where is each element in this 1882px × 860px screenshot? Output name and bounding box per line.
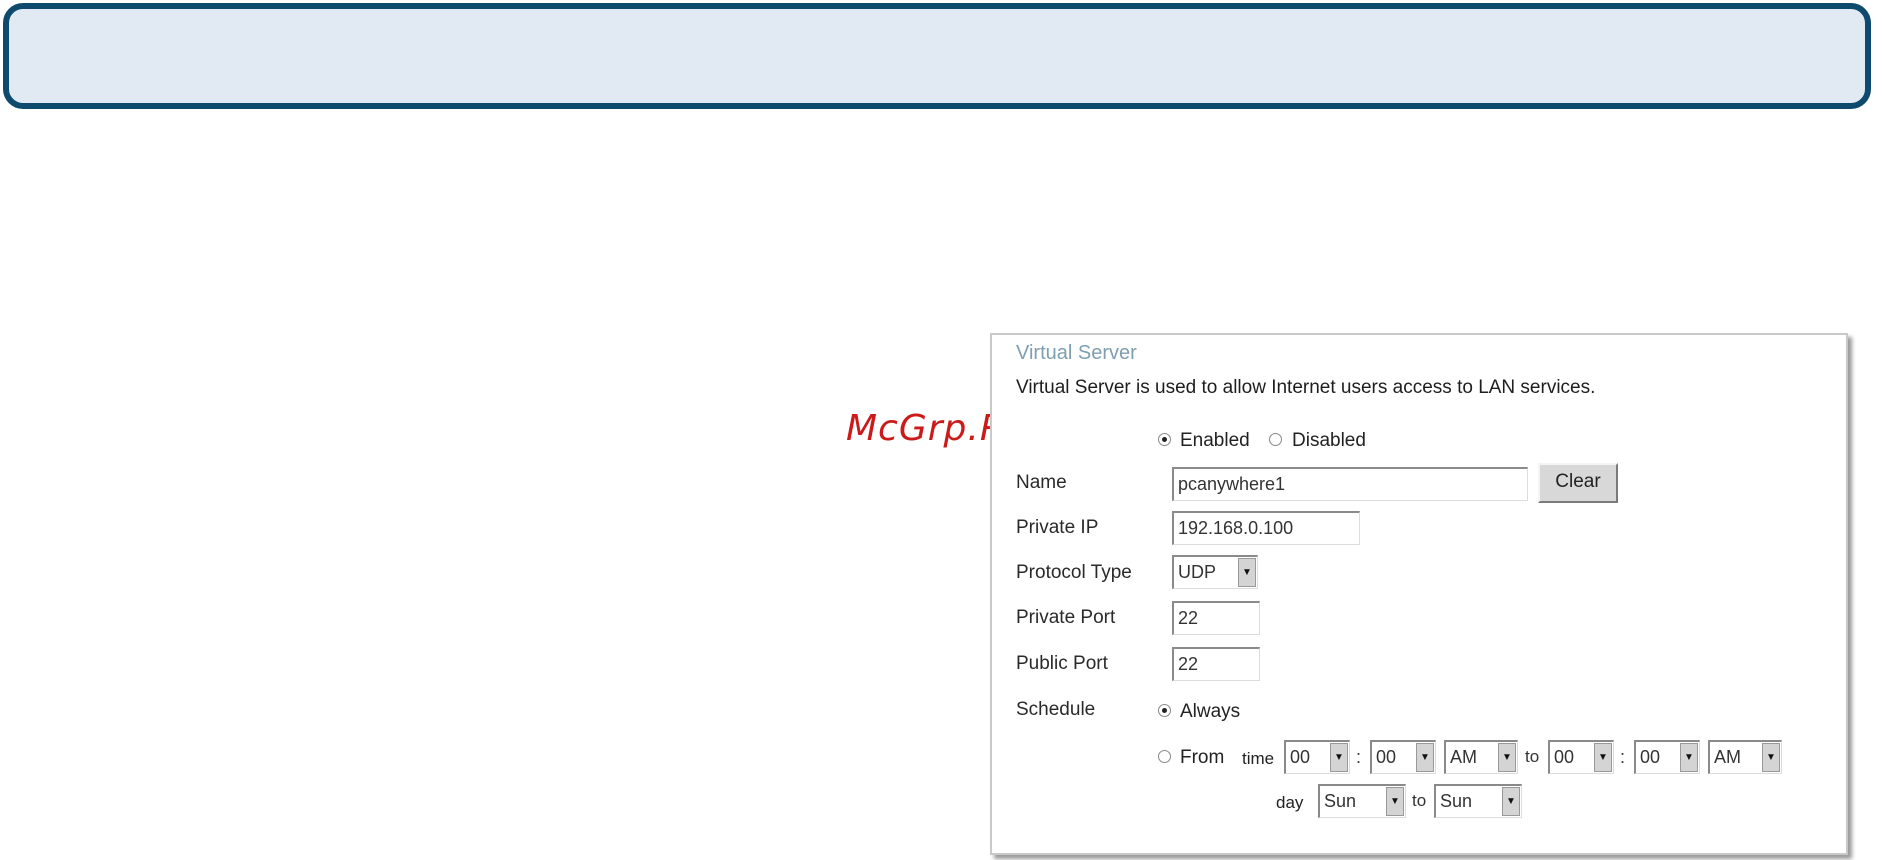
day-to-label: to bbox=[1412, 791, 1427, 810]
private-port-label: Private Port bbox=[1016, 607, 1116, 628]
chevron-down-icon[interactable]: ▼ bbox=[1330, 743, 1348, 772]
start-minute-select[interactable]: 00 ▼ bbox=[1370, 740, 1436, 774]
schedule-label: Schedule bbox=[1016, 699, 1096, 720]
chevron-down-icon[interactable]: ▼ bbox=[1680, 743, 1698, 772]
time-separator: : bbox=[1356, 747, 1362, 767]
chevron-down-icon[interactable]: ▼ bbox=[1762, 743, 1780, 772]
start-hour-value: 00 bbox=[1290, 747, 1311, 767]
private-ip-input[interactable]: 192.168.0.100 bbox=[1172, 511, 1360, 545]
protocol-type-select[interactable]: UDP ▼ bbox=[1172, 555, 1258, 589]
chevron-down-icon[interactable]: ▼ bbox=[1502, 787, 1520, 816]
end-hour-value: 00 bbox=[1554, 747, 1575, 767]
panel-title: Virtual Server bbox=[1016, 342, 1137, 364]
start-ampm-select[interactable]: AM ▼ bbox=[1444, 740, 1518, 774]
name-input[interactable]: pcanywhere1 bbox=[1172, 467, 1528, 501]
private-port-input[interactable]: 22 bbox=[1172, 601, 1260, 635]
chevron-down-icon[interactable]: ▼ bbox=[1498, 743, 1516, 772]
virtual-server-panel: Virtual Server Virtual Server is used to… bbox=[990, 333, 1848, 855]
name-label: Name bbox=[1016, 472, 1067, 493]
end-minute-select[interactable]: 00 ▼ bbox=[1634, 740, 1700, 774]
end-minute-value: 00 bbox=[1640, 747, 1661, 767]
schedule-day-label: day bbox=[1276, 793, 1304, 812]
chevron-down-icon[interactable]: ▼ bbox=[1594, 743, 1612, 772]
start-hour-select[interactable]: 00 ▼ bbox=[1284, 740, 1350, 774]
start-minute-value: 00 bbox=[1376, 747, 1397, 767]
chevron-down-icon[interactable]: ▼ bbox=[1386, 787, 1404, 816]
start-day-value: Sun bbox=[1324, 791, 1357, 811]
public-port-label: Public Port bbox=[1016, 653, 1108, 674]
end-ampm-select[interactable]: AM ▼ bbox=[1708, 740, 1782, 774]
end-day-select[interactable]: Sun ▼ bbox=[1434, 784, 1522, 818]
end-day-value: Sun bbox=[1440, 791, 1473, 811]
end-hour-select[interactable]: 00 ▼ bbox=[1548, 740, 1614, 774]
disabled-label: Disabled bbox=[1292, 430, 1366, 451]
end-ampm-value: AM bbox=[1714, 747, 1741, 767]
schedule-always-label: Always bbox=[1180, 701, 1241, 722]
chevron-down-icon[interactable]: ▼ bbox=[1238, 558, 1256, 587]
panel-description: Virtual Server is used to allow Internet… bbox=[1016, 377, 1596, 398]
private-ip-label: Private IP bbox=[1016, 517, 1099, 538]
enabled-label: Enabled bbox=[1180, 430, 1250, 451]
schedule-time-label: time bbox=[1242, 749, 1275, 768]
schedule-always-radio[interactable] bbox=[1158, 704, 1171, 717]
chevron-down-icon[interactable]: ▼ bbox=[1416, 743, 1434, 772]
schedule-from-label: From bbox=[1180, 747, 1225, 768]
protocol-type-label: Protocol Type bbox=[1016, 562, 1132, 583]
start-day-select[interactable]: Sun ▼ bbox=[1318, 784, 1406, 818]
header-banner bbox=[3, 3, 1871, 109]
clear-button[interactable]: Clear bbox=[1538, 463, 1618, 503]
protocol-type-value: UDP bbox=[1178, 562, 1217, 582]
time-to-label: to bbox=[1525, 747, 1540, 766]
time-separator: : bbox=[1620, 747, 1626, 767]
start-ampm-value: AM bbox=[1450, 747, 1477, 767]
public-port-input[interactable]: 22 bbox=[1172, 647, 1260, 681]
schedule-from-radio[interactable] bbox=[1158, 750, 1171, 763]
enabled-radio[interactable] bbox=[1158, 433, 1171, 446]
disabled-radio[interactable] bbox=[1269, 433, 1282, 446]
